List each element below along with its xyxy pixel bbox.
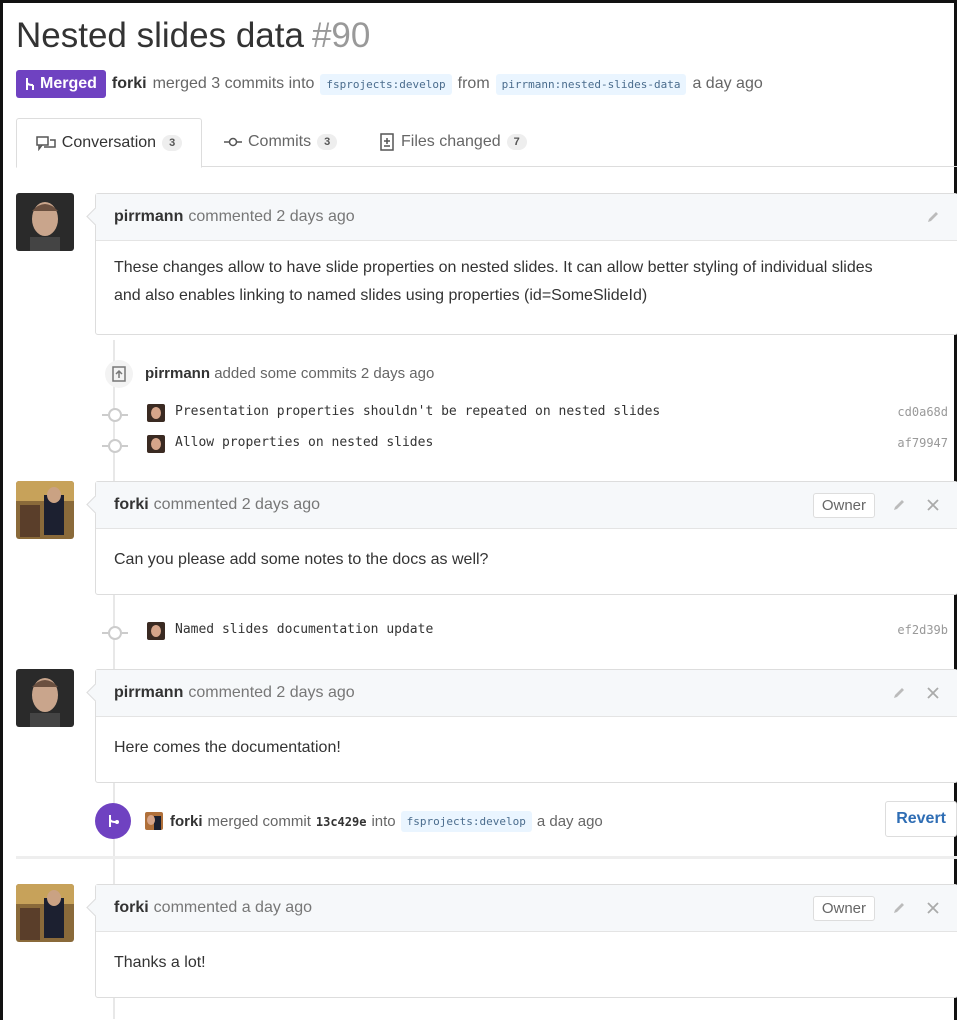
comment-author[interactable]: forki	[114, 496, 149, 514]
merge-commit-sha[interactable]: 13c429e	[316, 815, 367, 829]
commit-row: Named slides documentation update ef2d39…	[95, 620, 948, 644]
comment-author[interactable]: pirrmann	[114, 208, 183, 226]
comment-body: Here comes the documentation!	[96, 717, 957, 762]
close-icon[interactable]	[923, 495, 943, 515]
git-merge-icon	[95, 803, 131, 839]
comment-actions	[923, 194, 943, 240]
pr-from-text: from	[457, 75, 490, 92]
commit-message[interactable]: Allow properties on nested slides	[175, 435, 433, 450]
avatar[interactable]	[147, 404, 165, 422]
close-icon[interactable]	[923, 898, 943, 918]
git-commit-icon	[102, 439, 128, 453]
pencil-icon[interactable]	[889, 495, 909, 515]
commit-message[interactable]: Presentation properties shouldn't be rep…	[175, 404, 660, 419]
event-time: a day ago	[536, 813, 603, 830]
pr-action-text: merged 3 commits into	[152, 75, 315, 92]
tab-count: 7	[506, 134, 527, 150]
pr-number: #90	[311, 16, 371, 55]
merge-event: forki merged commit 13c429e into fsproje…	[95, 801, 957, 839]
pencil-icon[interactable]	[889, 683, 909, 703]
commit-row: Allow properties on nested slides af7994…	[95, 433, 948, 457]
pencil-icon[interactable]	[923, 207, 943, 227]
comment-discussion-icon	[36, 136, 56, 151]
tab-commits[interactable]: Commits 3	[224, 118, 338, 166]
comment-header: pirrmann commented 2 days ago	[96, 194, 957, 241]
comment-actions: Owner	[812, 885, 943, 931]
tab-label: Files changed	[401, 133, 501, 150]
git-commit-icon	[102, 408, 128, 422]
git-commit-icon	[102, 626, 128, 640]
status-badge-label: Merged	[40, 75, 97, 92]
tab-conversation[interactable]: Conversation 3	[16, 118, 202, 168]
commit-message[interactable]: Named slides documentation update	[175, 622, 433, 637]
owner-badge: Owner	[812, 492, 875, 518]
event-text: added some commits 2 days ago	[214, 365, 435, 382]
comment-meta[interactable]: commented 2 days ago	[188, 208, 354, 226]
tab-label: Conversation	[61, 134, 157, 151]
comment: pirrmann commented 2 days ago Here comes…	[86, 669, 957, 783]
comment-body: These changes allow to have slide proper…	[96, 241, 957, 310]
comment-body: Can you please add some notes to the doc…	[96, 529, 957, 574]
tab-label: Commits	[248, 133, 312, 150]
avatar[interactable]	[145, 812, 163, 830]
base-branch[interactable]: fsprojects:develop	[400, 811, 532, 832]
timeline-divider	[16, 856, 957, 859]
pr-time: a day ago	[692, 75, 763, 92]
comment-meta[interactable]: commented a day ago	[154, 899, 312, 917]
tab-count: 3	[317, 134, 338, 150]
pr-meta: Merged forki merged 3 commits into fspro…	[16, 68, 763, 100]
push-event: pirrmann added some commits 2 days ago	[95, 360, 956, 390]
comment-author[interactable]: pirrmann	[114, 684, 183, 702]
page-title: Nested slides data #90	[16, 16, 370, 56]
comment-text: and also enables linking to named slides…	[114, 287, 648, 304]
comment-text: These changes allow to have slide proper…	[114, 259, 873, 276]
comment-text: Thanks a lot!	[114, 954, 206, 971]
git-commit-icon	[224, 137, 242, 147]
diff-icon	[380, 133, 394, 151]
comment-meta[interactable]: commented 2 days ago	[154, 496, 320, 514]
comment-text: Can you please add some notes to the doc…	[114, 551, 489, 568]
close-icon[interactable]	[923, 683, 943, 703]
avatar[interactable]	[16, 884, 74, 942]
pencil-icon[interactable]	[889, 898, 909, 918]
avatar[interactable]	[16, 193, 74, 251]
comment: pirrmann commented 2 days ago These chan…	[86, 193, 957, 335]
commit-sha[interactable]: ef2d39b	[897, 623, 948, 637]
git-merge-icon	[26, 78, 34, 90]
revert-button[interactable]: Revert	[885, 801, 957, 837]
comment-header: forki commented 2 days ago Owner	[96, 482, 957, 529]
comment-meta[interactable]: commented 2 days ago	[188, 684, 354, 702]
tab-count: 3	[162, 135, 183, 151]
commit-sha[interactable]: af79947	[897, 436, 948, 450]
comment: forki commented 2 days ago Owner Can you…	[86, 481, 957, 595]
comment-actions: Owner	[812, 482, 943, 528]
base-branch[interactable]: fsprojects:develop	[320, 73, 452, 95]
avatar[interactable]	[147, 622, 165, 640]
owner-badge: Owner	[812, 895, 875, 921]
pr-author-link[interactable]: forki	[112, 75, 147, 93]
commit-row: Presentation properties shouldn't be rep…	[95, 402, 948, 426]
event-into-text: into	[371, 813, 396, 830]
comment-text: Here comes the documentation!	[114, 739, 341, 756]
comment-author[interactable]: forki	[114, 899, 149, 917]
avatar[interactable]	[16, 481, 74, 539]
status-badge: Merged	[16, 70, 106, 98]
event-author[interactable]: pirrmann	[145, 365, 210, 382]
tab-files-changed[interactable]: Files changed 7	[379, 118, 527, 166]
comment-body: Thanks a lot!	[96, 932, 957, 977]
comment: forki commented a day ago Owner Thanks a…	[86, 884, 957, 998]
avatar[interactable]	[16, 669, 74, 727]
pr-tabs: Conversation 3 Commits 3 Files changed 7	[16, 118, 957, 168]
avatar[interactable]	[147, 435, 165, 453]
event-text: merged commit	[207, 813, 311, 830]
comment-actions	[889, 670, 943, 716]
pr-title-text: Nested slides data	[16, 16, 304, 55]
event-author[interactable]: forki	[170, 813, 203, 830]
comment-header: forki commented a day ago Owner	[96, 885, 957, 932]
comment-header: pirrmann commented 2 days ago	[96, 670, 957, 717]
repo-push-icon	[105, 360, 133, 388]
head-branch[interactable]: pirrmann:nested-slides-data	[495, 73, 687, 95]
commit-sha[interactable]: cd0a68d	[897, 405, 948, 419]
